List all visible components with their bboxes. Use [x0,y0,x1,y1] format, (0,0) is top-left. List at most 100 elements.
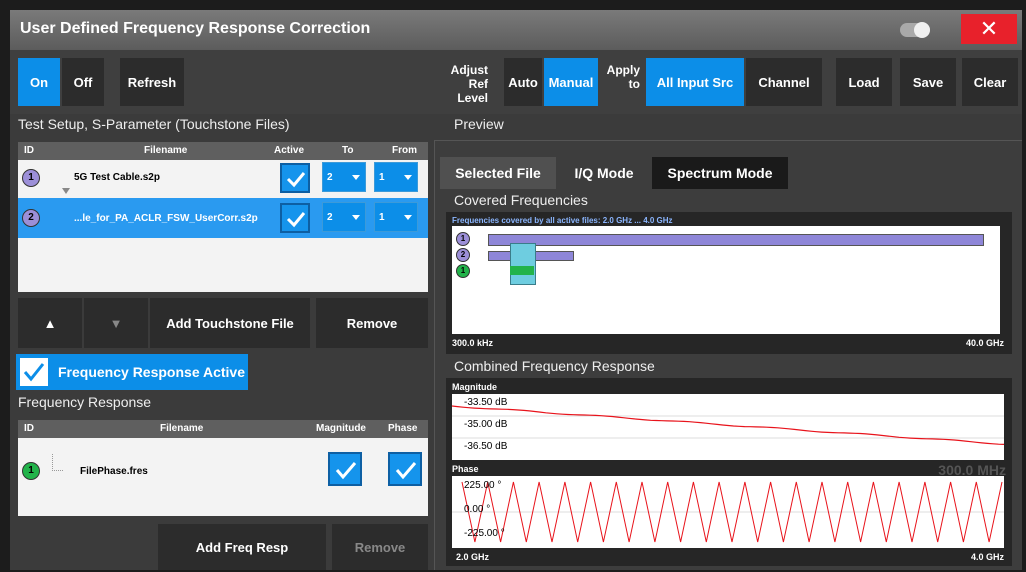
adjust-ref-level-label: Adjust Ref Level [438,63,488,105]
save-button[interactable]: Save [900,58,956,106]
phase-tick: 0.00 ° [464,504,491,515]
coverage-common [510,243,536,285]
mag-tick: -33.50 dB [464,397,508,408]
from-dropdown[interactable]: 1 [374,202,418,232]
tree-arrow-icon [62,188,70,194]
toggle-switch[interactable] [900,22,930,38]
tree-line [52,454,63,471]
active-checkbox[interactable] [280,163,310,193]
magnitude-plot-area: -33.50 dB -35.00 dB -36.50 dB [452,394,1004,460]
apply-label-line1: Apply [606,63,640,77]
on-button[interactable]: On [18,58,60,106]
row-id-badge: 2 [22,209,40,227]
apply-label-line2: to [628,77,640,91]
col-phase: Phase [388,423,418,434]
close-button[interactable]: ✕ [961,14,1017,44]
check-icon [23,363,45,382]
freq-response-table-header: ID Filename Magnitude Phase [18,420,428,438]
table-row[interactable]: 1 FilePhase.fres [18,440,428,486]
from-value: 1 [379,172,385,183]
covered-marker: 1 [456,232,470,246]
magnitude-checkbox[interactable] [328,452,362,486]
col-filename: Filename [144,145,188,156]
coverage-bar-3 [510,266,534,275]
test-setup-title: Test Setup, S-Parameter (Touchstone File… [18,116,290,132]
tab-iq-mode[interactable]: I/Q Mode [558,157,650,189]
row-filename: ...le_for_PA_ACLR_FSW_UserCorr.s2p [74,213,258,224]
all-input-src-button[interactable]: All Input Src [646,58,744,106]
phase-checkbox[interactable] [388,452,422,486]
tab-spectrum-mode[interactable]: Spectrum Mode [652,157,788,189]
combined-start-freq: 2.0 GHz [456,552,490,562]
combined-response-title: Combined Frequency Response [454,358,655,374]
covered-stop-freq: 40.0 GHz [965,338,1004,348]
adjust-label-line1: Adjust [450,63,488,77]
manual-button[interactable]: Manual [544,58,598,106]
combined-stop-freq: 4.0 GHz [970,552,1004,562]
magnitude-trace [452,405,1004,445]
table-row-selected[interactable]: 2 ...le_for_PA_ACLR_FSW_UserCorr.s2p 2 1 [18,198,428,238]
refresh-button[interactable]: Refresh [120,58,184,106]
freq-response-table: ID Filename Magnitude Phase 1 FilePhase.… [18,420,428,516]
apply-to-label: Apply to [604,63,640,91]
to-value: 2 [327,172,333,183]
remove-freq-resp-button[interactable]: Remove [332,524,428,570]
check-icon [395,462,417,480]
to-dropdown[interactable]: 2 [322,202,366,232]
phase-plot-area: 225.00 ° 0.00 ° -225.00 ° [452,476,1004,548]
covered-plot-area: 1 2 1 [452,226,1000,334]
tab-selected-file[interactable]: Selected File [440,157,556,189]
to-dropdown[interactable]: 2 [322,162,366,192]
phase-tick: -225.00 ° [464,528,505,539]
active-checkbox [20,358,48,386]
move-down-button[interactable]: ▼ [84,298,148,348]
mag-tick: -35.00 dB [464,419,508,430]
preview-title: Preview [454,116,504,132]
freq-response-title: Frequency Response [18,394,152,410]
touchstone-table: ID Filename Active To From 1 5G Test Cab… [18,142,428,292]
table-row[interactable]: 1 5G Test Cable.s2p 2 1 [18,160,428,194]
covered-frequencies-plot: Frequencies covered by all active files:… [446,212,1012,354]
remove-touchstone-button[interactable]: Remove [316,298,428,348]
combined-response-plot: Magnitude -33.50 dB -35.00 dB -36.50 dB … [446,378,1012,566]
phase-label: Phase [452,464,479,474]
check-icon [286,172,306,188]
row-filename: 5G Test Cable.s2p [74,172,160,183]
covered-caption: Frequencies covered by all active files:… [452,216,673,225]
dialog-title: User Defined Frequency Response Correcti… [20,20,371,37]
to-value: 2 [327,212,333,223]
col-id: ID [24,423,34,434]
row-id-badge: 1 [22,462,40,480]
add-freq-resp-button[interactable]: Add Freq Resp [158,524,326,570]
chevron-down-icon [352,215,360,220]
auto-button[interactable]: Auto [504,58,542,106]
active-checkbox[interactable] [280,203,310,233]
freq-response-active-label: Frequency Response Active [58,364,245,380]
magnitude-label: Magnitude [452,382,497,392]
move-up-button[interactable]: ▲ [18,298,82,348]
covered-start-freq: 300.0 kHz [452,338,494,348]
chevron-down-icon [352,175,360,180]
col-from: From [392,145,417,156]
covered-marker: 2 [456,248,470,262]
dialog-window: User Defined Frequency Response Correcti… [10,10,1022,570]
from-value: 1 [379,212,385,223]
touchstone-table-header: ID Filename Active To From [18,142,428,160]
from-dropdown[interactable]: 1 [374,162,418,192]
row-filename: FilePhase.fres [80,466,148,477]
adjust-label-line2: Ref Level [457,77,488,105]
covered-marker: 1 [456,264,470,278]
title-bar: User Defined Frequency Response Correcti… [10,10,1022,50]
chevron-down-icon [404,175,412,180]
add-touchstone-button[interactable]: Add Touchstone File [150,298,310,348]
clear-button[interactable]: Clear [962,58,1018,106]
off-button[interactable]: Off [62,58,104,106]
col-id: ID [24,145,34,156]
freq-response-active-toggle[interactable]: Frequency Response Active [16,354,248,390]
channel-button[interactable]: Channel [746,58,822,106]
covered-frequencies-title: Covered Frequencies [454,192,588,208]
check-icon [335,462,357,480]
phase-trace [452,481,1004,543]
load-button[interactable]: Load [836,58,892,106]
col-active: Active [274,145,305,156]
